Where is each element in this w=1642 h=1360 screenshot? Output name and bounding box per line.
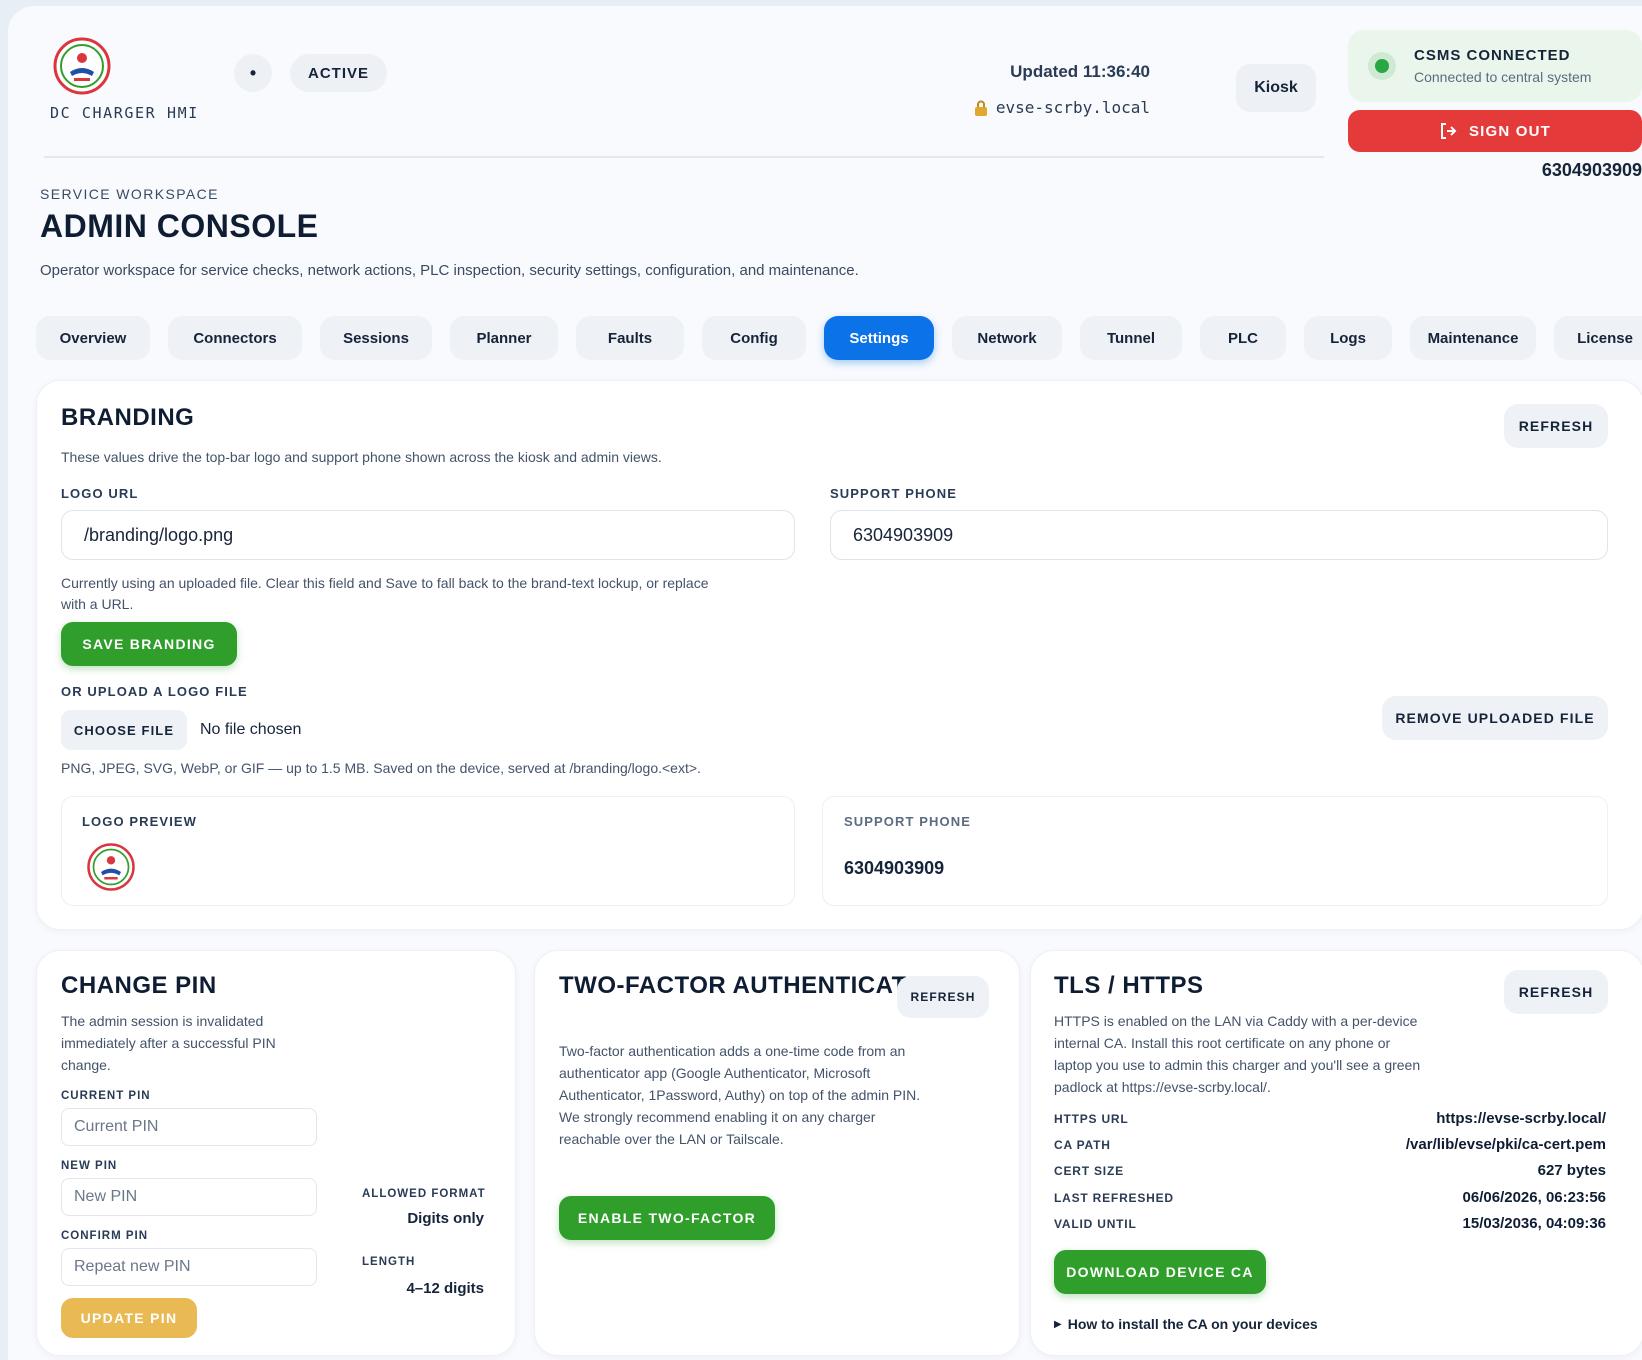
logo-preview-image bbox=[87, 843, 135, 891]
change-pin-desc-1: The admin session is invalidated bbox=[61, 1013, 264, 1029]
csms-title: CSMS CONNECTED bbox=[1414, 47, 1571, 64]
brand-text: DC CHARGER HMI bbox=[50, 104, 199, 122]
tab-plc[interactable]: PLC bbox=[1200, 316, 1286, 360]
change-pin-desc-3: change. bbox=[61, 1057, 111, 1073]
tls-row-key: LAST REFRESHED bbox=[1054, 1191, 1174, 1205]
kiosk-button[interactable]: Kiosk bbox=[1236, 64, 1316, 112]
tab-license[interactable]: License bbox=[1554, 316, 1642, 360]
tls-row-value: 627 bytes bbox=[1537, 1162, 1606, 1179]
branding-title: BRANDING bbox=[61, 404, 195, 431]
logo-hint-line1: Currently using an uploaded file. Clear … bbox=[61, 575, 709, 591]
two-factor-desc-5: reachable over the LAN or Tailscale. bbox=[559, 1131, 784, 1147]
two-factor-desc-4: We strongly recommend enabling it on any… bbox=[559, 1109, 876, 1125]
status-dot: • bbox=[234, 54, 272, 92]
page-title: ADMIN CONSOLE bbox=[40, 208, 319, 244]
no-file-chosen: No file chosen bbox=[200, 721, 302, 738]
host-indicator: evse-scrby.local bbox=[974, 98, 1150, 117]
current-pin-input[interactable] bbox=[61, 1108, 317, 1146]
two-factor-desc-2: authenticator app (Google Authenticator,… bbox=[559, 1065, 871, 1081]
tab-sessions[interactable]: Sessions bbox=[320, 316, 432, 360]
length-value: 4–12 digits bbox=[406, 1280, 484, 1297]
length-label: LENGTH bbox=[362, 1256, 416, 1268]
page-description: Operator workspace for service checks, n… bbox=[40, 262, 859, 279]
logo-url-label: LOGO URL bbox=[61, 486, 139, 501]
choose-file-button[interactable]: CHOOSE FILE bbox=[61, 710, 187, 750]
new-pin-input[interactable] bbox=[61, 1178, 317, 1216]
tab-network[interactable]: Network bbox=[952, 316, 1062, 360]
logo-url-input[interactable] bbox=[61, 510, 795, 560]
change-pin-desc-2: immediately after a successful PIN bbox=[61, 1035, 276, 1051]
tls-desc-4: padlock at https://evse-scrby.local/. bbox=[1054, 1079, 1271, 1095]
status-badge: ACTIVE bbox=[290, 54, 388, 92]
tls-row-key: CA PATH bbox=[1054, 1138, 1111, 1152]
tls-row-value: https://evse-scrby.local/ bbox=[1436, 1110, 1606, 1127]
disclosure-triangle-icon: ▶ bbox=[1054, 1318, 1062, 1330]
support-phone-input[interactable] bbox=[830, 510, 1608, 560]
updated-timestamp: Updated 11:36:40 bbox=[1010, 62, 1150, 81]
confirm-pin-input[interactable] bbox=[61, 1248, 317, 1286]
support-phone-label: SUPPORT PHONE bbox=[830, 486, 957, 501]
tls-refresh-button[interactable]: REFRESH bbox=[1504, 970, 1608, 1014]
tls-row-value: 15/03/2036, 04:09:36 bbox=[1462, 1215, 1606, 1232]
tls-row-value: /var/lib/evse/pki/ca-cert.pem bbox=[1405, 1136, 1606, 1153]
sign-out-label: SIGN OUT bbox=[1468, 122, 1552, 140]
phone-preview-value: 6304903909 bbox=[844, 858, 945, 878]
install-ca-label: How to install the CA on your devices bbox=[1067, 1316, 1318, 1332]
branding-description: These values drive the top-bar logo and … bbox=[61, 449, 662, 465]
tab-maintenance[interactable]: Maintenance bbox=[1410, 316, 1536, 360]
tab-settings[interactable]: Settings bbox=[824, 316, 934, 360]
app-window: DC CHARGER HMI • ACTIVE Updated 11:36:40… bbox=[8, 6, 1642, 1360]
upload-logo-label: OR UPLOAD A LOGO FILE bbox=[61, 684, 248, 699]
save-branding-button[interactable]: SAVE BRANDING bbox=[61, 622, 237, 666]
enable-two-factor-button[interactable]: ENABLE TWO-FACTOR bbox=[559, 1196, 775, 1240]
upload-formats-hint: PNG, JPEG, SVG, WebP, or GIF — up to 1.5… bbox=[61, 760, 701, 776]
host-name: evse-scrby.local bbox=[995, 98, 1150, 117]
tab-logs[interactable]: Logs bbox=[1304, 316, 1392, 360]
lock-icon bbox=[974, 100, 987, 116]
tab-faults[interactable]: Faults bbox=[576, 316, 684, 360]
tab-planner[interactable]: Planner bbox=[450, 316, 558, 360]
sign-out-icon bbox=[1440, 123, 1457, 139]
csms-subtitle: Connected to central system bbox=[1414, 69, 1592, 85]
support-phone: 6304903909 bbox=[1541, 160, 1642, 180]
tab-overview[interactable]: Overview bbox=[36, 316, 150, 360]
install-ca-disclosure[interactable]: ▶ How to install the CA on your devices bbox=[1054, 1316, 1318, 1332]
top-divider bbox=[44, 156, 1324, 158]
phone-preview-box bbox=[822, 796, 1608, 906]
remove-uploaded-file-button[interactable]: REMOVE UPLOADED FILE bbox=[1382, 696, 1608, 740]
current-pin-label: CURRENT PIN bbox=[61, 1090, 151, 1102]
update-pin-button[interactable]: UPDATE PIN bbox=[61, 1298, 197, 1338]
two-factor-title: TWO-FACTOR AUTHENTICATION bbox=[559, 972, 952, 999]
new-pin-label: NEW PIN bbox=[61, 1160, 118, 1172]
change-pin-title: CHANGE PIN bbox=[61, 972, 217, 999]
tls-desc-1: HTTPS is enabled on the LAN via Caddy wi… bbox=[1054, 1013, 1418, 1029]
connected-dot-icon bbox=[1368, 52, 1396, 80]
tls-desc-2: internal CA. Install this root certifica… bbox=[1054, 1035, 1391, 1051]
sign-out-button[interactable]: SIGN OUT bbox=[1348, 110, 1642, 152]
logo-preview-label: LOGO PREVIEW bbox=[82, 814, 198, 829]
brand-logo bbox=[53, 37, 111, 95]
tls-row-value: 06/06/2026, 06:23:56 bbox=[1462, 1189, 1606, 1206]
tab-connectors[interactable]: Connectors bbox=[168, 316, 302, 360]
branding-refresh-button[interactable]: REFRESH bbox=[1504, 404, 1608, 448]
allowed-format-label: ALLOWED FORMAT bbox=[362, 1188, 486, 1200]
tls-row-key: VALID UNTIL bbox=[1054, 1217, 1137, 1231]
phone-preview-label: SUPPORT PHONE bbox=[844, 814, 971, 829]
tab-tunnel[interactable]: Tunnel bbox=[1080, 316, 1182, 360]
confirm-pin-label: CONFIRM PIN bbox=[61, 1230, 149, 1242]
two-factor-desc-3: Authenticator, 1Password, Authy) on top … bbox=[559, 1087, 921, 1103]
workspace-eyebrow: SERVICE WORKSPACE bbox=[40, 186, 219, 202]
two-factor-refresh-button[interactable]: REFRESH bbox=[897, 976, 989, 1018]
two-factor-desc-1: Two-factor authentication adds a one-tim… bbox=[559, 1043, 906, 1059]
tab-config[interactable]: Config bbox=[702, 316, 806, 360]
tls-row-key: HTTPS URL bbox=[1054, 1112, 1129, 1126]
tls-desc-3: laptop you use to admin this charger and… bbox=[1054, 1057, 1421, 1073]
allowed-format-value: Digits only bbox=[407, 1210, 484, 1227]
logo-hint-line2: with a URL. bbox=[61, 596, 134, 612]
tls-row-key: CERT SIZE bbox=[1054, 1164, 1124, 1178]
csms-status-card: CSMS CONNECTED Connected to central syst… bbox=[1348, 30, 1642, 102]
logo-preview-box bbox=[61, 796, 795, 906]
download-device-ca-button[interactable]: DOWNLOAD DEVICE CA bbox=[1054, 1250, 1266, 1294]
tls-title: TLS / HTTPS bbox=[1054, 972, 1204, 999]
